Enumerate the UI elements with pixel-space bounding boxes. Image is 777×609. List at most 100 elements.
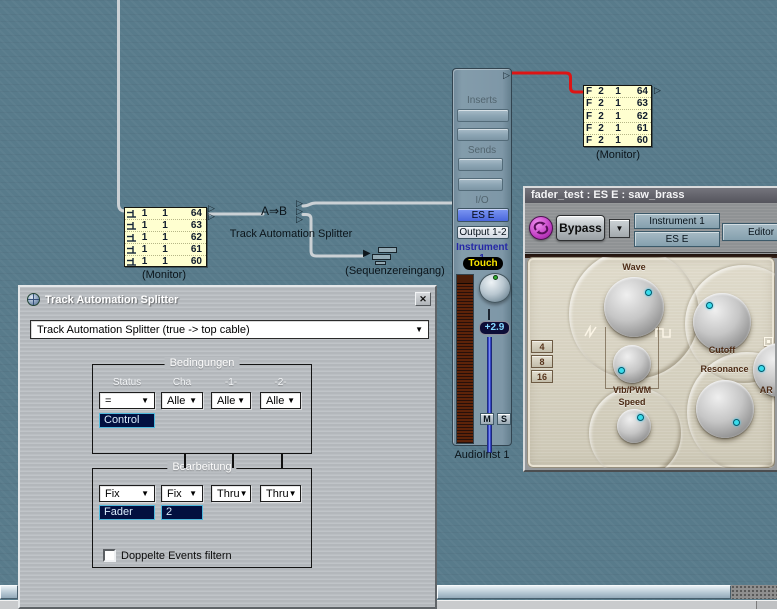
monitor-row: F 2 1 62 bbox=[584, 110, 651, 122]
solo-button[interactable]: S bbox=[497, 413, 511, 425]
column-header-cha: Cha bbox=[161, 377, 203, 388]
splitter-object[interactable]: A⇒B bbox=[261, 204, 287, 218]
cutoff-knob[interactable] bbox=[693, 293, 751, 351]
plugin-titlebar[interactable]: fader_test : ES E : saw_brass bbox=[525, 188, 777, 203]
knob-indicator-dot bbox=[733, 419, 740, 426]
chevron-down-icon: ▼ bbox=[240, 489, 248, 498]
fader-tick bbox=[488, 309, 490, 320]
preset-dropdown-value: Track Automation Splitter (true -> top c… bbox=[37, 324, 415, 336]
data2-operation-select[interactable]: Thru ▼ bbox=[260, 485, 301, 502]
insert-slot-2[interactable] bbox=[457, 128, 509, 141]
monitor-left-label: (Monitor) bbox=[114, 269, 214, 281]
data1-operation-select[interactable]: Thru ▼ bbox=[211, 485, 251, 502]
data2-condition-select[interactable]: Alle ▼ bbox=[260, 392, 301, 409]
status-condition-select[interactable]: = ▼ bbox=[99, 392, 155, 409]
filter-duplicates-checkbox[interactable] bbox=[103, 549, 116, 562]
chevron-down-icon: ▼ bbox=[237, 396, 245, 405]
meter-peak-block bbox=[457, 275, 473, 284]
monitor-object-left[interactable]: 1 1 64 1 1 63 1 1 62 1 1 61 1 1 60 bbox=[124, 207, 207, 267]
pan-knob[interactable] bbox=[479, 273, 511, 303]
chevron-down-icon: ▼ bbox=[189, 489, 197, 498]
fader-event-icon bbox=[126, 221, 137, 230]
data1-condition-select[interactable]: Alle ▼ bbox=[211, 392, 251, 409]
octave-8-button[interactable]: 8 bbox=[531, 355, 553, 368]
operations-legend: Bearbeitung bbox=[167, 461, 236, 473]
automation-mode-button[interactable]: Touch bbox=[463, 257, 503, 270]
io-label: I/O bbox=[453, 195, 511, 206]
resonance-knob[interactable] bbox=[696, 380, 754, 438]
bypass-button[interactable]: Bypass bbox=[556, 215, 605, 241]
fader-event-icon bbox=[126, 233, 137, 242]
status-condition-value[interactable]: Control bbox=[99, 413, 155, 428]
conditions-group: Bedingungen Status Cha -1- -2- = ▼ Alle … bbox=[92, 364, 312, 454]
chevron-down-icon: ▼ bbox=[415, 325, 423, 334]
synth-panel: 4 8 16 Wave Vib/PWM Speed bbox=[527, 257, 775, 468]
octave-16-button[interactable]: 16 bbox=[531, 370, 553, 383]
strip-output-port-icon[interactable]: ▷ bbox=[503, 71, 510, 80]
plugin-dropdown-button[interactable]: ▼ bbox=[609, 219, 630, 238]
instrument-slot-button[interactable]: ES E bbox=[457, 208, 509, 222]
gain-value[interactable]: +2.9 bbox=[479, 321, 510, 335]
send-slot-1[interactable] bbox=[458, 158, 503, 171]
monitor-row: 1 1 60 bbox=[125, 256, 206, 267]
sawtooth-wave-icon bbox=[583, 325, 599, 338]
conditions-legend: Bedingungen bbox=[165, 357, 240, 369]
monitor-row: F 2 1 61 bbox=[584, 123, 651, 135]
cable-red-strip-to-monitor bbox=[512, 73, 582, 92]
cha-condition-select[interactable]: Alle ▼ bbox=[161, 392, 203, 409]
filter-duplicates-label: Doppelte Events filtern bbox=[121, 550, 232, 562]
octave-4-button[interactable]: 4 bbox=[531, 340, 553, 353]
column-header-status: Status bbox=[99, 377, 155, 388]
sequencer-input-label: (Sequenzereingang) bbox=[322, 265, 468, 277]
inserts-label: Inserts bbox=[453, 95, 511, 106]
operations-group: Bearbeitung Fix ▼ Fix ▼ Thru ▼ Thru ▼ Fa… bbox=[92, 468, 312, 568]
link-icon[interactable] bbox=[529, 216, 553, 240]
instrument-link-button[interactable]: Instrument 1 bbox=[634, 213, 720, 229]
output-port-icon[interactable]: ▷ bbox=[208, 212, 215, 221]
plugin-name-button[interactable]: ES E bbox=[634, 231, 720, 247]
preset-dropdown[interactable]: Track Automation Splitter (true -> top c… bbox=[30, 320, 429, 339]
wave-label: Wave bbox=[604, 262, 664, 272]
status-operation-value[interactable]: Fader bbox=[99, 505, 155, 520]
insert-slot-1[interactable] bbox=[457, 109, 509, 122]
fader-event-icon bbox=[126, 245, 137, 254]
volume-fader[interactable] bbox=[487, 337, 492, 453]
monitor-row: 1 1 62 bbox=[125, 232, 206, 244]
column-header-data2: -2- bbox=[260, 377, 301, 388]
sequencer-input-object[interactable] bbox=[372, 247, 398, 267]
knob-indicator-dot bbox=[618, 367, 625, 374]
group-connector-line bbox=[184, 454, 186, 468]
h-scrollbar-thumb[interactable] bbox=[0, 585, 18, 599]
monitor-row: F 2 1 64 bbox=[584, 86, 651, 98]
h-scrollbar-thumb[interactable] bbox=[437, 585, 731, 599]
mute-button[interactable]: M bbox=[480, 413, 494, 425]
knob-indicator-dot bbox=[706, 302, 713, 309]
editor-button[interactable]: Editor bbox=[722, 223, 777, 241]
fader-event-icon bbox=[126, 257, 137, 266]
track-name-label: AudioInst 1 bbox=[452, 449, 512, 461]
vib-pwm-label: Vib/PWM bbox=[599, 385, 665, 395]
status-operation-select[interactable]: Fix ▼ bbox=[99, 485, 155, 502]
cha-operation-select[interactable]: Fix ▼ bbox=[161, 485, 203, 502]
vib-pwm-knob[interactable] bbox=[613, 345, 651, 383]
group-connector-line bbox=[281, 454, 283, 468]
send-slot-2[interactable] bbox=[458, 178, 503, 191]
speed-label: Speed bbox=[599, 397, 665, 407]
plugin-window: fader_test : ES E : saw_brass Bypass ▼ I… bbox=[523, 186, 777, 472]
h-scrollbar-track[interactable] bbox=[731, 585, 777, 599]
fader-event-icon bbox=[126, 209, 137, 218]
speed-knob[interactable] bbox=[617, 409, 651, 443]
splitter-object-label: Track Automation Splitter bbox=[224, 228, 358, 240]
monitor-row: 1 1 64 bbox=[125, 208, 206, 220]
output-slot-button[interactable]: Output 1-2 bbox=[457, 226, 509, 239]
monitor-row: 1 1 61 bbox=[125, 244, 206, 256]
channel-strip: ▷ Inserts Sends I/O ES E Output 1-2 Inst… bbox=[452, 68, 512, 446]
close-button[interactable]: ✕ bbox=[415, 292, 431, 306]
output-port-icon[interactable]: ▷ bbox=[296, 215, 303, 224]
monitor-object-right[interactable]: F 2 1 64 F 2 1 63 F 2 1 62 F 2 1 61 F 2 … bbox=[583, 85, 652, 147]
dialog-titlebar[interactable]: Track Automation Splitter bbox=[23, 290, 432, 309]
output-port-icon[interactable]: ▷ bbox=[654, 86, 661, 95]
pan-indicator-dot bbox=[493, 275, 498, 280]
logic-environment-window: 1 1 64 1 1 63 1 1 62 1 1 61 1 1 60 ▷ bbox=[0, 0, 777, 609]
cha-operation-value[interactable]: 2 bbox=[161, 505, 203, 520]
